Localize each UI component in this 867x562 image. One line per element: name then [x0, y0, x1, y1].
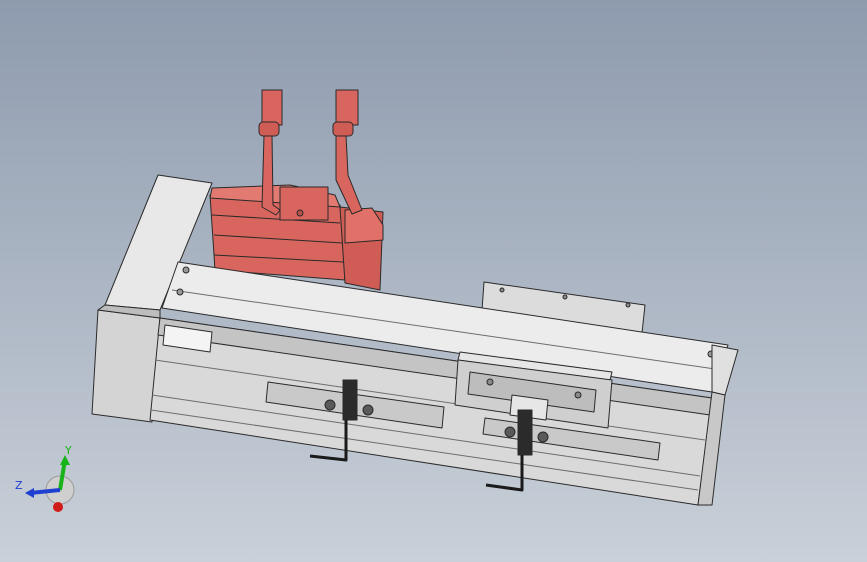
y-axis-label: Y: [64, 445, 72, 457]
sensor-nut: [537, 431, 549, 443]
cad-viewport[interactable]: [0, 0, 867, 562]
plate-hole: [562, 294, 568, 300]
end-block-right-top: [711, 344, 739, 396]
rail-screw: [176, 288, 184, 296]
encoder-cable: [335, 134, 363, 215]
x-axis-indicator: [53, 502, 63, 512]
end-block-left-front: [91, 309, 161, 423]
z-axis-arrowhead: [25, 488, 34, 498]
rail-screw: [182, 266, 190, 274]
carriage-screw: [486, 378, 494, 386]
motor-screw: [296, 209, 304, 217]
sensor-nut: [362, 404, 374, 416]
encoder-cable-collar: [332, 121, 354, 137]
power-cable-plug: [261, 89, 283, 126]
plate-hole: [499, 287, 505, 293]
axis-triad[interactable]: Y Z: [10, 445, 80, 520]
plate-hole: [625, 302, 631, 308]
sensor-body: [517, 409, 533, 456]
z-axis-label: Z: [15, 479, 23, 492]
carriage-screw: [574, 391, 582, 399]
power-cable-collar: [258, 121, 280, 137]
sensor-body: [342, 379, 358, 421]
sensor-nut: [504, 426, 516, 438]
encoder-cable-plug: [335, 89, 359, 126]
sensor-nut: [324, 399, 336, 411]
linear-actuator-model[interactable]: [91, 89, 739, 506]
motor-connector-housing: [279, 186, 329, 221]
